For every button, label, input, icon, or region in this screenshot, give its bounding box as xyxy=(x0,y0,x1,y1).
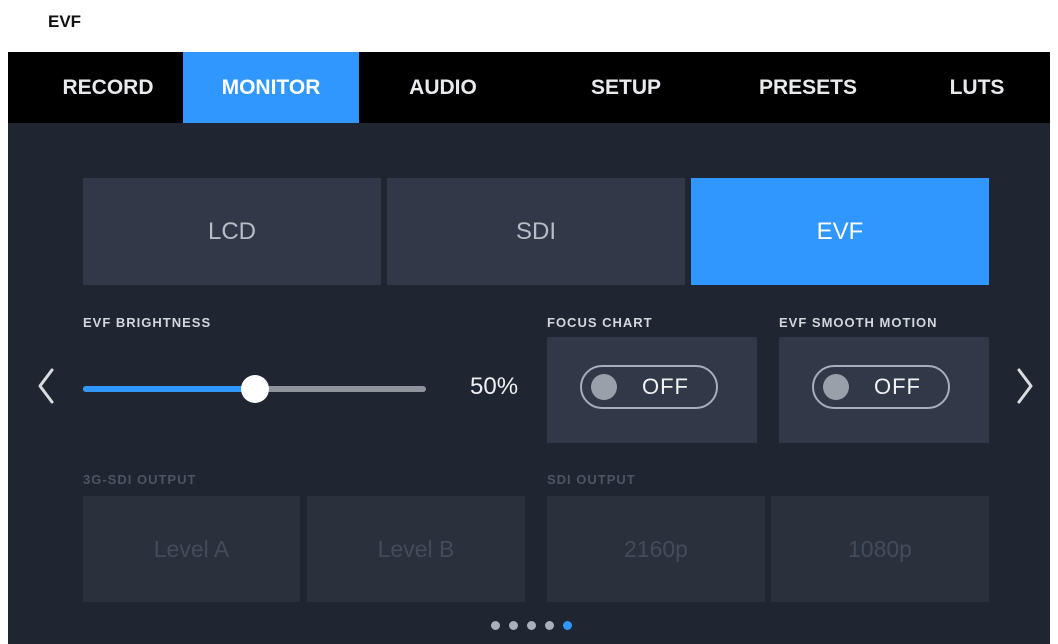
output-sdi-button[interactable]: SDI xyxy=(387,178,685,285)
page-dot[interactable] xyxy=(563,621,572,630)
page-dot[interactable] xyxy=(491,621,500,630)
focus-chart-state: OFF xyxy=(642,374,689,399)
chevron-right-icon[interactable] xyxy=(1013,366,1037,406)
tab-bar: RECORD MONITOR AUDIO SETUP PRESETS LUTS xyxy=(8,52,1050,123)
page-heading: EVF xyxy=(48,12,82,31)
toggle-knob xyxy=(823,374,849,400)
toggle-knob xyxy=(591,374,617,400)
page-dot[interactable] xyxy=(545,621,554,630)
camera-screen: RECORD MONITOR AUDIO SETUP PRESETS LUTS … xyxy=(8,52,1050,644)
focus-chart-toggle[interactable]: OFF xyxy=(580,365,718,409)
page-indicator xyxy=(491,621,591,633)
tab-audio[interactable]: AUDIO xyxy=(375,52,511,123)
1080p-option[interactable]: 1080p xyxy=(771,496,989,602)
output-lcd-button[interactable]: LCD xyxy=(83,178,381,285)
focus-chart-label: FOCUS CHART xyxy=(547,315,653,330)
sdi-3g-output-label: 3G-SDI OUTPUT xyxy=(83,472,197,487)
evf-brightness-label: EVF BRIGHTNESS xyxy=(83,315,212,330)
slider-handle[interactable] xyxy=(241,375,269,403)
2160p-option[interactable]: 2160p xyxy=(547,496,765,602)
level-b-option[interactable]: Level B xyxy=(307,496,525,602)
sdi-output-label: SDI OUTPUT xyxy=(547,472,636,487)
page-dot[interactable] xyxy=(527,621,536,630)
focus-chart-panel: OFF xyxy=(547,337,757,443)
evf-smooth-motion-panel: OFF xyxy=(779,337,989,443)
chevron-left-icon[interactable] xyxy=(34,366,58,406)
evf-brightness-value: 50% xyxy=(470,373,519,400)
tab-presets[interactable]: PRESETS xyxy=(725,52,891,123)
tab-setup[interactable]: SETUP xyxy=(553,52,699,123)
slider-fill xyxy=(83,386,255,392)
evf-smooth-motion-label: EVF SMOOTH MOTION xyxy=(779,315,938,330)
evf-smooth-motion-state: OFF xyxy=(874,374,921,399)
tab-luts[interactable]: LUTS xyxy=(927,52,1027,123)
page-dot[interactable] xyxy=(509,621,518,630)
tab-record[interactable]: RECORD xyxy=(40,52,176,123)
evf-smooth-motion-toggle[interactable]: OFF xyxy=(812,365,950,409)
tab-monitor[interactable]: MONITOR xyxy=(183,52,359,123)
level-a-option[interactable]: Level A xyxy=(83,496,300,602)
output-evf-button[interactable]: EVF xyxy=(691,178,989,285)
